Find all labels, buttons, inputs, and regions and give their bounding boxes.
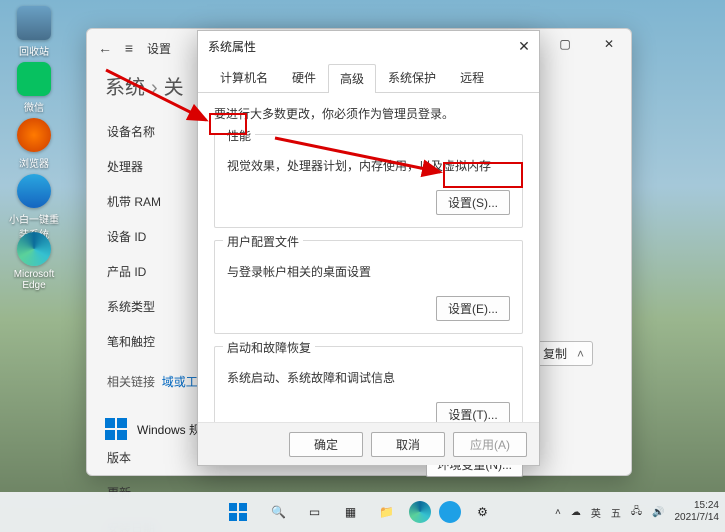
group-startup-recovery-desc: 系统启动、系统故障和调试信息 <box>227 369 510 386</box>
search-icon[interactable]: 🔍 <box>265 498 293 526</box>
settings-title: 设置 <box>147 40 171 57</box>
admin-notice: 要进行大多数更改，你必须作为管理员登录。 <box>214 105 523 122</box>
cancel-button[interactable]: 取消 <box>371 432 445 457</box>
related-link[interactable]: 域或工 <box>162 375 198 389</box>
desktop-icon-label: 回收站 <box>6 43 62 58</box>
taskbar-center-icons: 🔍 ▭ ▦ 📁 ⚙ <box>229 498 497 526</box>
group-user-profiles-title: 用户配置文件 <box>223 233 303 250</box>
settings-taskbar-icon[interactable]: ⚙ <box>469 498 497 526</box>
tab-system-protection[interactable]: 系统保护 <box>376 63 448 92</box>
tray-onedrive-icon[interactable]: ☁ <box>571 507 581 518</box>
group-user-profiles-desc: 与登录帐户相关的桌面设置 <box>227 263 510 280</box>
close-button[interactable]: ✕ <box>587 29 631 59</box>
ok-button[interactable]: 确定 <box>289 432 363 457</box>
taskbar[interactable]: 🔍 ▭ ▦ 📁 ⚙ ˄ ☁ 英 五 🖧 🔊 15:24 2021/7/14 <box>0 492 725 532</box>
network-icon[interactable]: 🖧 <box>631 504 642 521</box>
desktop-icon-edge[interactable]: Microsoft Edge <box>6 232 62 291</box>
group-performance-title: 性能 <box>223 127 255 144</box>
copy-button[interactable]: 复制 ˄ <box>534 341 593 366</box>
chevron-up-icon: ˄ <box>577 347 584 361</box>
dialog-footer: 确定 取消 应用(A) <box>198 422 539 465</box>
crumb-system: 系统 <box>105 77 145 99</box>
start-button[interactable] <box>229 498 257 526</box>
xiaobai-taskbar-icon[interactable] <box>439 501 461 523</box>
windows-logo-icon <box>105 418 127 440</box>
dialog-title: 系统属性 <box>208 38 256 55</box>
crumb-about: 关 <box>164 77 184 99</box>
menu-button[interactable]: ≡ <box>122 41 136 55</box>
clock-date: 2021/7/14 <box>675 512 720 524</box>
edge-taskbar-icon[interactable] <box>409 501 431 523</box>
maximize-button[interactable]: ▢ <box>543 29 587 59</box>
tab-computer-name[interactable]: 计算机名 <box>208 63 280 92</box>
copy-label: 复制 <box>543 345 567 362</box>
ime-indicator-1[interactable]: 英 <box>591 505 601 520</box>
back-button[interactable]: ← <box>98 41 112 55</box>
desktop-icon-label: 微信 <box>6 99 62 114</box>
clock[interactable]: 15:24 2021/7/14 <box>675 500 720 524</box>
performance-settings-button[interactable]: 设置(S)... <box>436 190 510 215</box>
ime-indicator-2[interactable]: 五 <box>611 505 621 520</box>
tray-chevron-icon[interactable]: ˄ <box>555 507 561 518</box>
group-startup-recovery-title: 启动和故障恢复 <box>223 339 315 356</box>
system-properties-dialog: 系统属性 ✕ 计算机名 硬件 高级 系统保护 远程 要进行大多数更改，你必须作为… <box>197 30 540 466</box>
desktop-icon-label: 浏览器 <box>6 155 62 170</box>
volume-icon[interactable]: 🔊 <box>652 507 664 518</box>
dialog-titlebar: 系统属性 ✕ <box>198 31 539 61</box>
group-performance-desc: 视觉效果，处理器计划，内存使用，以及虚拟内存 <box>227 157 510 174</box>
clock-time: 15:24 <box>675 500 720 512</box>
tab-hardware[interactable]: 硬件 <box>280 63 328 92</box>
desktop-icon-label: Microsoft Edge <box>6 269 62 291</box>
group-performance: 性能 视觉效果，处理器计划，内存使用，以及虚拟内存 设置(S)... <box>214 134 523 228</box>
tab-advanced[interactable]: 高级 <box>328 64 376 93</box>
group-user-profiles: 用户配置文件 与登录帐户相关的桌面设置 设置(E)... <box>214 240 523 334</box>
desktop-icon-browser[interactable]: 浏览器 <box>6 118 62 170</box>
desktop-icon-wechat[interactable]: 微信 <box>6 62 62 114</box>
desktop-icon-recycle[interactable]: 回收站 <box>6 6 62 58</box>
widgets-icon[interactable]: ▦ <box>337 498 365 526</box>
user-profiles-settings-button[interactable]: 设置(E)... <box>436 296 510 321</box>
explorer-icon[interactable]: 📁 <box>373 498 401 526</box>
system-tray[interactable]: ˄ ☁ 英 五 🖧 🔊 15:24 2021/7/14 <box>555 500 719 524</box>
task-view-icon[interactable]: ▭ <box>301 498 329 526</box>
windows-spec-label: Windows 规 <box>137 421 201 438</box>
desktop[interactable]: 回收站 微信 浏览器 小白一键重装系统 Microsoft Edge ← ≡ 设… <box>0 0 725 532</box>
close-icon[interactable]: ✕ <box>513 35 535 57</box>
tab-remote[interactable]: 远程 <box>448 63 496 92</box>
tab-strip: 计算机名 硬件 高级 系统保护 远程 <box>198 63 539 93</box>
desktop-icon-xiaobai[interactable]: 小白一键重装系统 <box>6 174 62 241</box>
apply-button[interactable]: 应用(A) <box>453 432 527 457</box>
